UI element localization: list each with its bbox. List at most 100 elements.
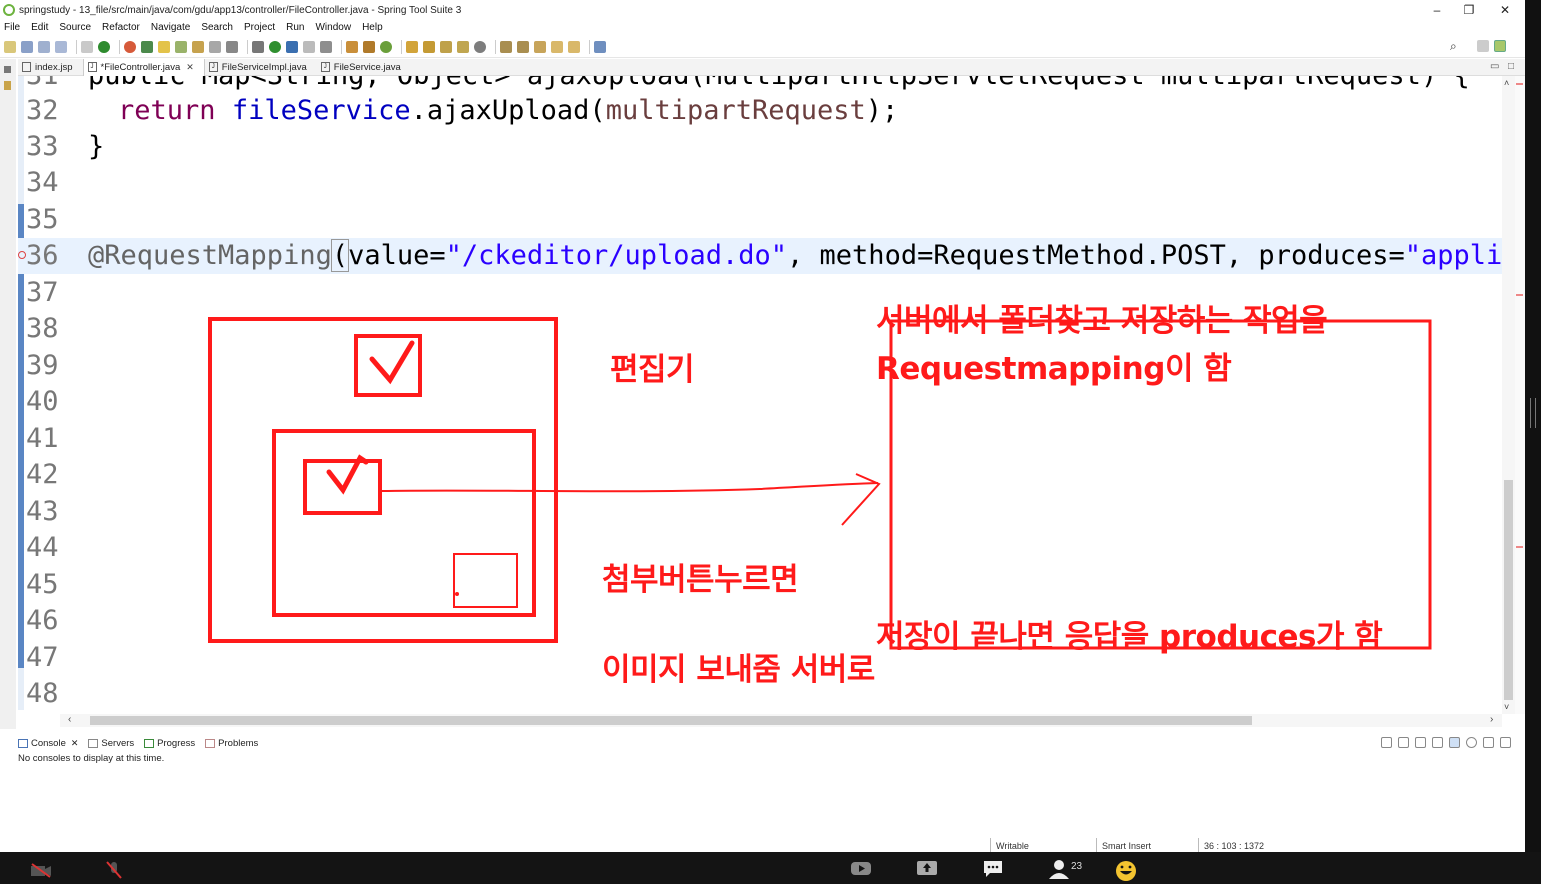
close-window-button[interactable]: ✕ [1488, 0, 1522, 20]
minimize-editor-icon[interactable]: ▭ [1490, 61, 1499, 72]
next-annotation-icon[interactable] [500, 40, 512, 53]
editor-tab-bar: index.jsp J *FileController.java ✕ J Fil… [18, 58, 1525, 76]
close-tab-icon[interactable]: ✕ [71, 738, 79, 749]
settings-icon[interactable] [1466, 737, 1477, 748]
maximize-panel-icon[interactable] [1500, 737, 1511, 748]
chat-icon[interactable] [982, 859, 1004, 877]
resize-grip-icon[interactable] [1530, 398, 1536, 428]
save-all-icon[interactable] [38, 40, 50, 53]
tab-index-jsp[interactable]: index.jsp [18, 59, 83, 76]
new-class-icon[interactable] [380, 40, 392, 53]
tab-servers[interactable]: Servers [88, 738, 134, 749]
error-overview-marker[interactable] [1516, 546, 1523, 548]
menu-project[interactable]: Project [244, 22, 275, 33]
minimize-button[interactable]: – [1420, 0, 1454, 20]
back-icon[interactable] [551, 40, 563, 53]
emoji-reaction-icon[interactable] [1114, 859, 1138, 881]
pin-editor-icon[interactable] [594, 40, 606, 53]
menu-file[interactable]: File [4, 22, 20, 33]
scroll-left-icon[interactable]: ‹ [68, 714, 71, 725]
tab-file-controller[interactable]: J *FileController.java ✕ [82, 58, 205, 76]
paragraph-icon[interactable] [226, 40, 238, 53]
tab-label: index.jsp [35, 61, 73, 73]
youtube-icon[interactable] [850, 860, 872, 876]
menu-search[interactable]: Search [201, 22, 233, 33]
clear-console-icon[interactable] [1381, 737, 1392, 748]
java-file-icon: J [87, 62, 97, 72]
stop-icon[interactable] [303, 40, 315, 53]
menu-window[interactable]: Window [315, 22, 351, 33]
tab-label: FileService.java [333, 61, 401, 73]
scroll-right-icon[interactable]: › [1490, 714, 1493, 725]
toggle-icon[interactable] [81, 40, 93, 53]
left-minimized-strip [0, 59, 16, 729]
mark-occurrences-icon[interactable] [158, 40, 170, 53]
share-screen-icon[interactable] [916, 859, 938, 877]
spring-perspective-icon[interactable] [1493, 40, 1506, 52]
line-number: 35 [26, 204, 59, 235]
scroll-thumb[interactable] [1504, 480, 1513, 700]
close-tab-icon[interactable]: ✕ [186, 62, 194, 73]
spring-boot-icon[interactable] [98, 40, 110, 53]
pin-icon[interactable] [141, 40, 153, 53]
package-explorer-icon[interactable] [4, 81, 11, 90]
menu-navigate[interactable]: Navigate [151, 22, 190, 33]
refresh-icon[interactable] [124, 40, 136, 53]
open-console-icon[interactable] [1415, 737, 1426, 748]
new-server-icon[interactable] [346, 40, 358, 53]
debug-icon[interactable] [252, 40, 264, 53]
error-marker-icon[interactable] [18, 251, 26, 259]
new-icon[interactable] [4, 40, 16, 53]
scroll-down-icon[interactable]: ˅ [1504, 702, 1509, 712]
word-wrap-icon[interactable] [175, 40, 187, 53]
forward-icon[interactable] [568, 40, 580, 53]
maximize-editor-icon[interactable]: □ [1508, 61, 1514, 72]
editor-horizontal-scrollbar[interactable]: ‹ › [60, 714, 1502, 727]
globe-icon[interactable] [474, 40, 486, 53]
participants-icon[interactable] [1048, 859, 1070, 879]
block-select-icon[interactable] [192, 40, 204, 53]
search-task-icon[interactable] [440, 40, 452, 53]
open-type-icon[interactable] [406, 40, 418, 53]
scroll-up-icon[interactable]: ˄ [1504, 78, 1509, 88]
menu-run[interactable]: Run [286, 22, 304, 33]
run-icon[interactable] [269, 40, 281, 53]
print-icon[interactable] [55, 40, 67, 53]
tab-label: Progress [157, 737, 196, 749]
menu-edit[interactable]: Edit [31, 22, 48, 33]
error-overview-marker[interactable] [1516, 294, 1523, 296]
whitespace-icon[interactable] [209, 40, 221, 53]
restore-view-icon[interactable] [4, 66, 11, 73]
open-resource-icon[interactable] [423, 40, 435, 53]
minimize-panel-icon[interactable] [1483, 737, 1494, 748]
link-icon[interactable] [1449, 737, 1460, 748]
menu-source[interactable]: Source [59, 22, 91, 33]
new-package-icon[interactable] [363, 40, 375, 53]
last-edit-icon[interactable] [534, 40, 546, 53]
restore-button[interactable]: ❐ [1452, 0, 1486, 20]
open-folder-icon[interactable] [457, 40, 469, 53]
external-tools-icon[interactable] [320, 40, 332, 53]
overview-ruler[interactable] [1515, 76, 1525, 714]
coverage-icon[interactable] [286, 40, 298, 53]
servers-icon [88, 738, 99, 748]
save-icon[interactable] [21, 40, 33, 53]
previous-annotation-icon[interactable] [517, 40, 529, 53]
scroll-thumb[interactable] [90, 716, 1252, 725]
camera-off-icon[interactable] [30, 862, 52, 878]
tab-console[interactable]: Console ✕ [18, 738, 78, 749]
tab-file-service-impl[interactable]: J FileServiceImpl.java [205, 59, 317, 76]
pin-console-icon[interactable] [1432, 737, 1443, 748]
open-perspective-icon[interactable] [1476, 40, 1489, 52]
tab-file-service[interactable]: J FileService.java [317, 59, 411, 76]
mic-off-icon[interactable] [106, 861, 122, 879]
error-overview-marker[interactable] [1516, 83, 1523, 85]
editor-vertical-scrollbar[interactable]: ˄ ˅ [1502, 76, 1515, 714]
menu-refactor[interactable]: Refactor [102, 22, 140, 33]
tab-progress[interactable]: Progress [144, 738, 195, 749]
tab-problems[interactable]: Problems [205, 738, 258, 749]
menu-help[interactable]: Help [362, 22, 383, 33]
editor-annotation: 편집기 [610, 352, 695, 388]
search-icon[interactable]: ⌕ [1450, 39, 1457, 54]
display-console-icon[interactable] [1398, 737, 1409, 748]
